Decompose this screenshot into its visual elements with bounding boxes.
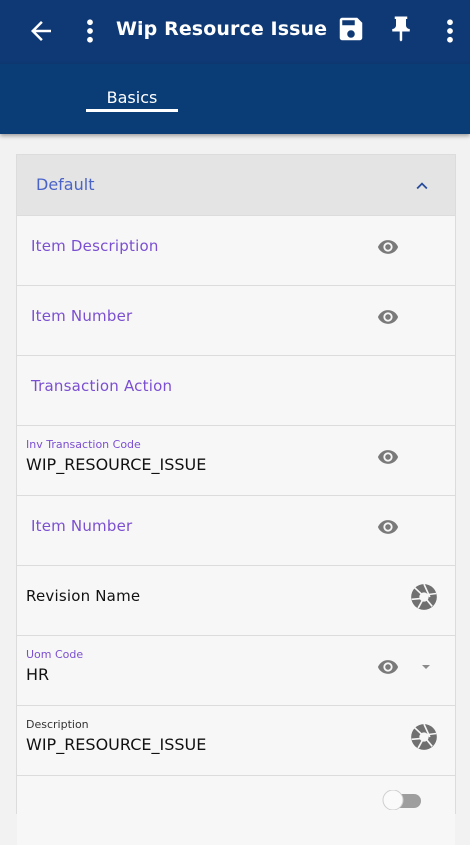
field-label: Description [26, 718, 89, 731]
aperture-icon[interactable] [410, 583, 438, 611]
active-tab-indicator [86, 109, 178, 112]
form-card: Default Item Description Item Number Tra… [16, 154, 456, 845]
save-icon[interactable] [336, 14, 366, 44]
field-inv-transaction-code[interactable]: Inv Transaction Code WIP_RESOURCE_ISSUE [17, 425, 455, 495]
eye-icon[interactable] [377, 236, 399, 258]
aperture-icon[interactable] [410, 723, 438, 751]
field-toggle-row[interactable] [17, 775, 455, 845]
eye-icon[interactable] [377, 656, 399, 678]
page-title: Wip Resource Issue [116, 18, 328, 40]
field-item-number[interactable]: Item Number [17, 285, 455, 355]
field-transaction-action[interactable]: Transaction Action [17, 355, 455, 425]
pin-icon[interactable] [386, 14, 416, 44]
eye-icon[interactable] [377, 446, 399, 468]
section-label: Default [36, 175, 95, 194]
dropdown-arrow-icon[interactable] [420, 661, 432, 673]
field-value: WIP_RESOURCE_ISSUE [26, 455, 207, 474]
app-bar: Wip Resource Issue [0, 0, 470, 64]
field-item-number-2[interactable]: Item Number [17, 495, 455, 565]
more-vert-icon[interactable] [80, 16, 100, 46]
chevron-up-icon[interactable] [411, 175, 433, 197]
field-revision-name[interactable]: Revision Name [17, 565, 455, 635]
eye-icon[interactable] [377, 306, 399, 328]
tab-bar: Basics [0, 64, 470, 134]
field-item-description[interactable]: Item Description [17, 215, 455, 285]
field-uom-code[interactable]: Uom Code HR [17, 635, 455, 705]
more-vert-icon[interactable] [440, 16, 460, 46]
field-value: HR [26, 665, 50, 684]
arrow-back-icon[interactable] [26, 16, 56, 46]
field-label: Uom Code [26, 648, 84, 661]
section-header-default[interactable]: Default [17, 155, 455, 215]
field-label: Transaction Action [31, 377, 173, 395]
field-label: Inv Transaction Code [26, 438, 141, 451]
field-label: Item Number [31, 307, 133, 325]
field-label: Item Description [31, 237, 159, 255]
toggle-switch[interactable] [379, 790, 425, 810]
field-label: Item Number [31, 517, 133, 535]
field-label: Revision Name [26, 587, 141, 605]
eye-icon[interactable] [377, 516, 399, 538]
field-value: WIP_RESOURCE_ISSUE [26, 735, 207, 754]
field-description[interactable]: Description WIP_RESOURCE_ISSUE [17, 705, 455, 775]
